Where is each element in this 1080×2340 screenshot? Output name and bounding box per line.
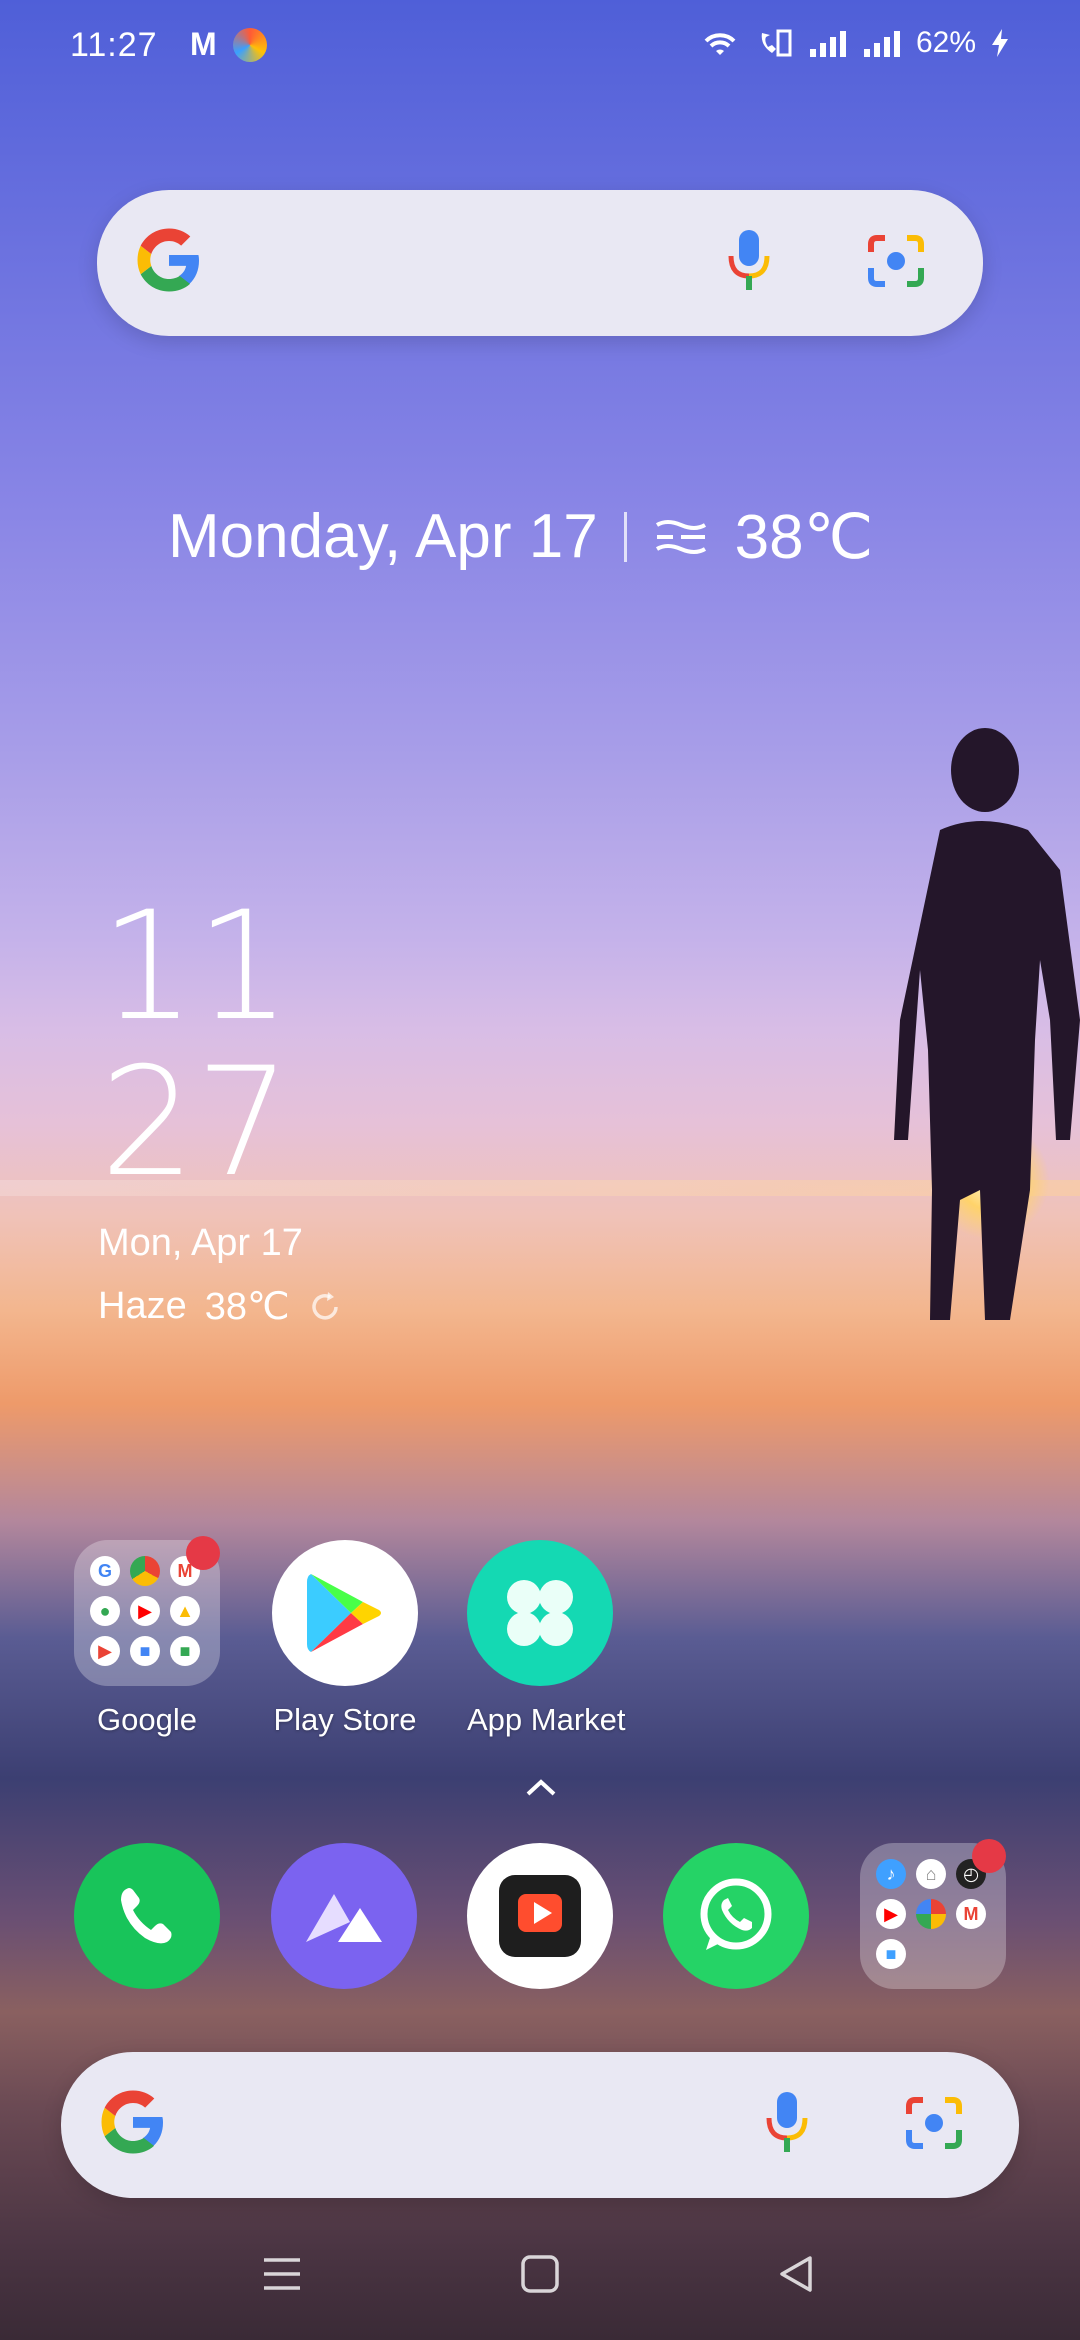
opera-icon xyxy=(232,27,267,62)
play-store-app[interactable]: Play Store xyxy=(272,1540,418,1738)
tv-icon: ■ xyxy=(130,1636,160,1666)
date-weather-widget[interactable]: Monday, Apr 17 38℃ xyxy=(168,500,873,573)
weather-condition: Haze xyxy=(98,1285,187,1327)
menu-icon xyxy=(264,2258,300,2290)
photos-icon xyxy=(916,1899,946,1929)
app-label: App Market xyxy=(467,1702,626,1737)
back-triangle-icon xyxy=(780,2256,812,2292)
nav-menu-button[interactable] xyxy=(252,2244,312,2304)
google-folder[interactable]: G M ● ▶ ▲ ▶ ■ ■ Google xyxy=(74,1536,220,1738)
gmail-icon: M xyxy=(190,26,217,62)
whatsapp-app-icon[interactable] xyxy=(663,1843,809,1989)
haze-icon xyxy=(655,519,706,554)
app-label: Play Store xyxy=(273,1702,417,1737)
clock-weather[interactable]: Haze 38℃ xyxy=(98,1284,342,1329)
clock-minute: 27 xyxy=(100,1036,291,1210)
youtube-icon: ▶ xyxy=(876,1899,906,1929)
notification-badge xyxy=(972,1839,1006,1873)
store-icon: ⌂ xyxy=(916,1859,946,1889)
app-market-icon xyxy=(467,1540,613,1686)
gmail-icon: M xyxy=(956,1899,986,1929)
app-market-app[interactable]: App Market xyxy=(467,1540,626,1738)
google-search-bar-top[interactable] xyxy=(97,190,983,336)
maps-icon: ● xyxy=(90,1596,120,1626)
charging-icon xyxy=(992,29,1008,57)
temperature-text: 38℃ xyxy=(734,503,874,572)
home-square-icon xyxy=(521,2255,559,2293)
google-logo-icon xyxy=(97,2086,169,2163)
video-player-app-icon[interactable] xyxy=(467,1843,613,1989)
person-silhouette xyxy=(894,728,1080,1320)
notification-badge xyxy=(186,1536,220,1570)
play-store-icon xyxy=(272,1540,418,1686)
app-label: Google xyxy=(97,1702,197,1737)
date-text: Monday, Apr 17 xyxy=(168,502,598,571)
lens-icon[interactable] xyxy=(903,2094,965,2157)
microphone-icon[interactable] xyxy=(727,228,771,299)
google-app-icon: G xyxy=(90,1556,120,1586)
lens-icon[interactable] xyxy=(865,232,927,295)
play-games-icon: ▶ xyxy=(90,1636,120,1666)
signal-icon xyxy=(809,31,846,57)
drive-icon: ▲ xyxy=(170,1596,200,1626)
chrome-icon xyxy=(130,1556,160,1586)
weather-temp: 38℃ xyxy=(204,1286,290,1328)
youtube-icon: ▶ xyxy=(130,1596,160,1626)
meet-icon: ■ xyxy=(170,1636,200,1666)
google-search-bar-bottom[interactable] xyxy=(61,2052,1019,2198)
status-time: 11:27 xyxy=(70,26,158,64)
nav-back-button[interactable] xyxy=(766,2244,826,2304)
microphone-icon[interactable] xyxy=(765,2090,809,2161)
dock-folder[interactable]: ♪ ⌂ ◴ ▶ M ■ xyxy=(860,1839,1006,1989)
clock-hour: 11 xyxy=(100,880,291,1054)
music-icon: ♪ xyxy=(876,1859,906,1889)
phone-app-icon[interactable] xyxy=(74,1843,220,1989)
google-logo-icon xyxy=(133,224,205,301)
wifi-icon xyxy=(704,33,736,55)
divider xyxy=(623,511,627,562)
gallery-app-icon[interactable] xyxy=(271,1843,417,1989)
volte-icon xyxy=(761,29,792,57)
files-icon: ■ xyxy=(876,1939,906,1969)
clock-date: Mon, Apr 17 xyxy=(98,1222,303,1264)
status-system-icons: 62% xyxy=(700,26,1010,60)
signal-icon xyxy=(863,31,900,57)
video-player-glyph xyxy=(499,1875,581,1957)
refresh-icon[interactable] xyxy=(308,1290,342,1324)
status-notification-icons: M xyxy=(190,26,267,63)
battery-percent: 62% xyxy=(915,26,976,59)
app-drawer-arrow-icon[interactable] xyxy=(524,1778,558,1798)
nav-home-button[interactable] xyxy=(510,2244,570,2304)
